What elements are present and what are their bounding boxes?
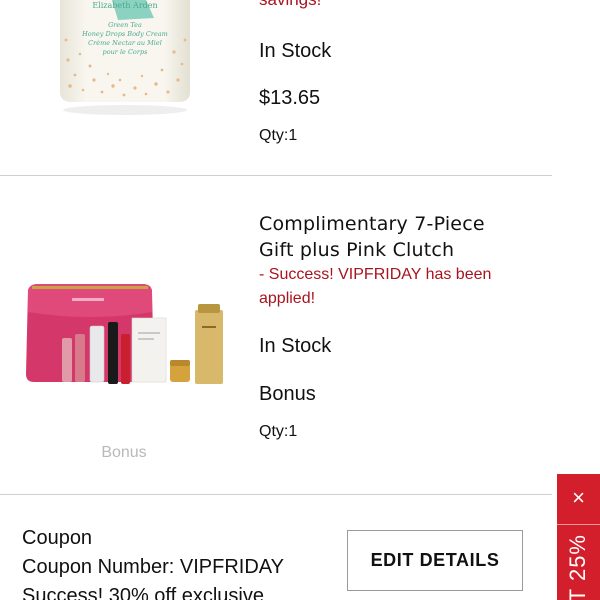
edit-details-button[interactable]: EDIT DETAILS xyxy=(347,530,523,591)
savings-message: savings! xyxy=(259,0,321,10)
stock-status: In Stock xyxy=(259,335,332,357)
svg-text:Honey Drops Body Cream: Honey Drops Body Cream xyxy=(81,30,168,38)
success-message-line-1: - Success! VIPFRIDAY has been xyxy=(259,266,492,283)
svg-text:pour le Corps: pour le Corps xyxy=(103,48,149,56)
product-details-gift-set: Complimentary 7-Piece Gift plus Pink Clu… xyxy=(259,211,549,440)
coupon-message: Success! 30% off exclusive xyxy=(22,585,264,600)
svg-text:Green Tea: Green Tea xyxy=(108,21,142,29)
product-title-line-1[interactable]: Complimentary 7-Piece xyxy=(259,211,549,237)
product-price: Bonus xyxy=(259,383,316,405)
image-caption: Bonus xyxy=(101,444,147,461)
promo-side-tab[interactable]: × T 25% xyxy=(557,474,600,600)
cart-item-gift-set: Bonus Complimentary 7-Piece Gift plus Pi… xyxy=(0,176,552,496)
close-icon[interactable]: × xyxy=(557,474,600,522)
coupon-section: Coupon Coupon Number: VIPFRIDAY Success!… xyxy=(22,524,322,600)
stock-status: In Stock xyxy=(259,40,332,62)
svg-text:Crème Nectar au Miel: Crème Nectar au Miel xyxy=(88,39,162,47)
product-price: $13.65 xyxy=(259,87,321,109)
product-image-body-cream[interactable]: Elizabeth Arden Green Tea Honey Drops Bo… xyxy=(50,0,200,130)
promo-tab-divider xyxy=(557,524,600,525)
product-title-line-2[interactable]: Gift plus Pink Clutch xyxy=(259,237,549,263)
coupon-number: Coupon Number: VIPFRIDAY xyxy=(22,556,284,578)
success-message-line-2: applied! xyxy=(259,290,316,307)
product-image-gift-set[interactable] xyxy=(20,276,230,406)
brand-text: Elizabeth Arden xyxy=(92,1,157,10)
coupon-heading: Coupon xyxy=(22,527,93,549)
cart-item-body-cream: Elizabeth Arden Green Tea Honey Drops Bo… xyxy=(0,0,552,176)
quantity-label: Qty:1 xyxy=(259,127,298,144)
item-divider xyxy=(0,494,552,495)
quantity-label: Qty:1 xyxy=(259,423,298,440)
promo-tab-text[interactable]: T 25% xyxy=(565,534,591,600)
